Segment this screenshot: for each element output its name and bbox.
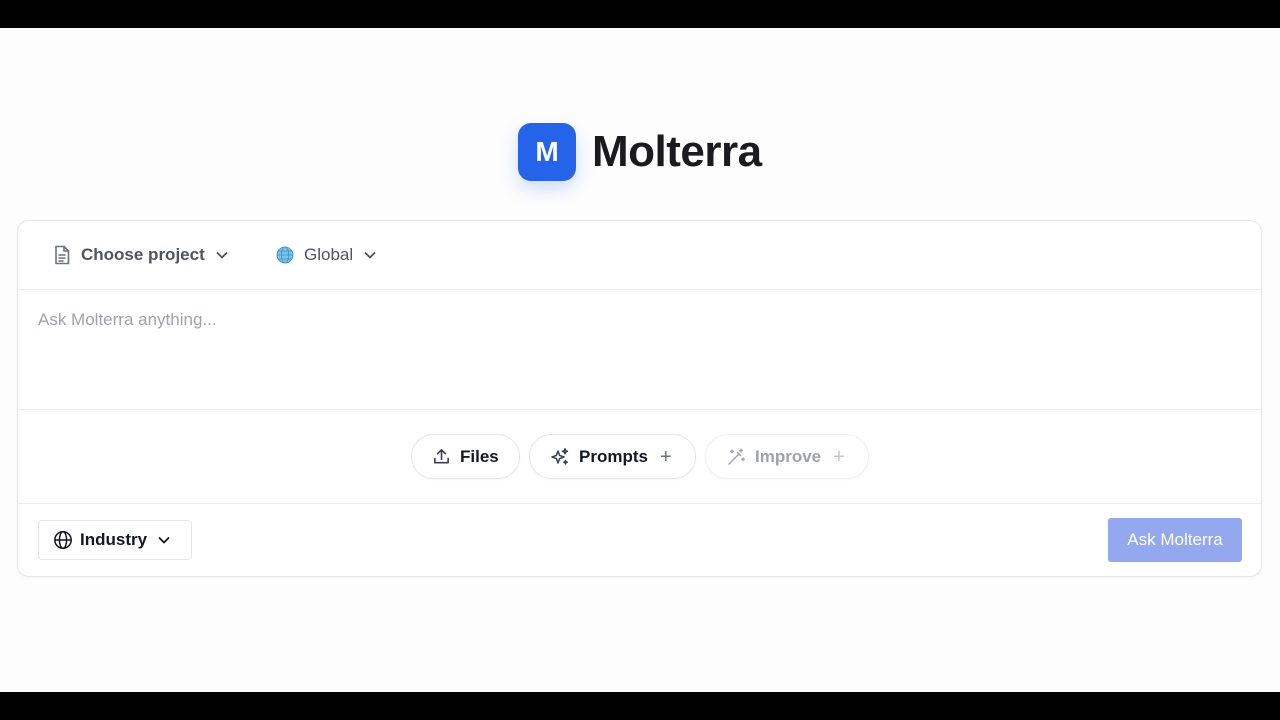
tools-bar: Files Prompts + Improve + [18, 410, 1261, 504]
letterbox-bottom [0, 692, 1280, 720]
letterbox-top [0, 0, 1280, 28]
chevron-down-icon [157, 533, 171, 547]
globe-icon [53, 530, 73, 550]
upload-icon [432, 447, 451, 466]
brand-header: M Molterra [518, 123, 762, 181]
context-bar: Choose project Global [18, 221, 1261, 290]
project-selector[interactable]: Choose project [53, 243, 229, 267]
files-button[interactable]: Files [411, 434, 520, 479]
brand-logo-letter: M [535, 136, 559, 167]
industry-selector-label: Industry [80, 530, 148, 549]
ask-molterra-button[interactable]: Ask Molterra [1108, 518, 1242, 562]
document-icon [53, 245, 71, 265]
scope-selector-label: Global [304, 245, 354, 264]
chevron-down-icon [215, 248, 229, 262]
improve-button-label: Improve [755, 446, 822, 466]
improve-button[interactable]: Improve + [705, 434, 869, 479]
action-bar: Industry Ask Molterra [18, 504, 1261, 576]
ask-card: Choose project Global Ask Molterra anyth… [17, 220, 1262, 577]
scope-selector[interactable]: Global [276, 243, 377, 267]
project-selector-label: Choose project [81, 245, 205, 264]
brand-name: Molterra [592, 127, 762, 176]
globe-emoji-icon [276, 246, 294, 264]
magic-wand-icon [726, 447, 746, 467]
prompts-button[interactable]: Prompts + [529, 434, 696, 479]
files-button-label: Files [460, 446, 499, 466]
industry-selector[interactable]: Industry [38, 520, 192, 560]
prompt-input[interactable] [38, 310, 1238, 390]
main-canvas: M Molterra Choose project Global Ask Mol… [0, 28, 1280, 692]
prompts-button-label: Prompts [579, 446, 648, 466]
prompt-area [18, 290, 1261, 410]
brand-logo: M [518, 123, 576, 181]
plus-icon: + [833, 445, 845, 468]
chevron-down-icon [363, 248, 377, 262]
plus-icon: + [659, 445, 672, 468]
sparkles-icon [550, 447, 570, 467]
